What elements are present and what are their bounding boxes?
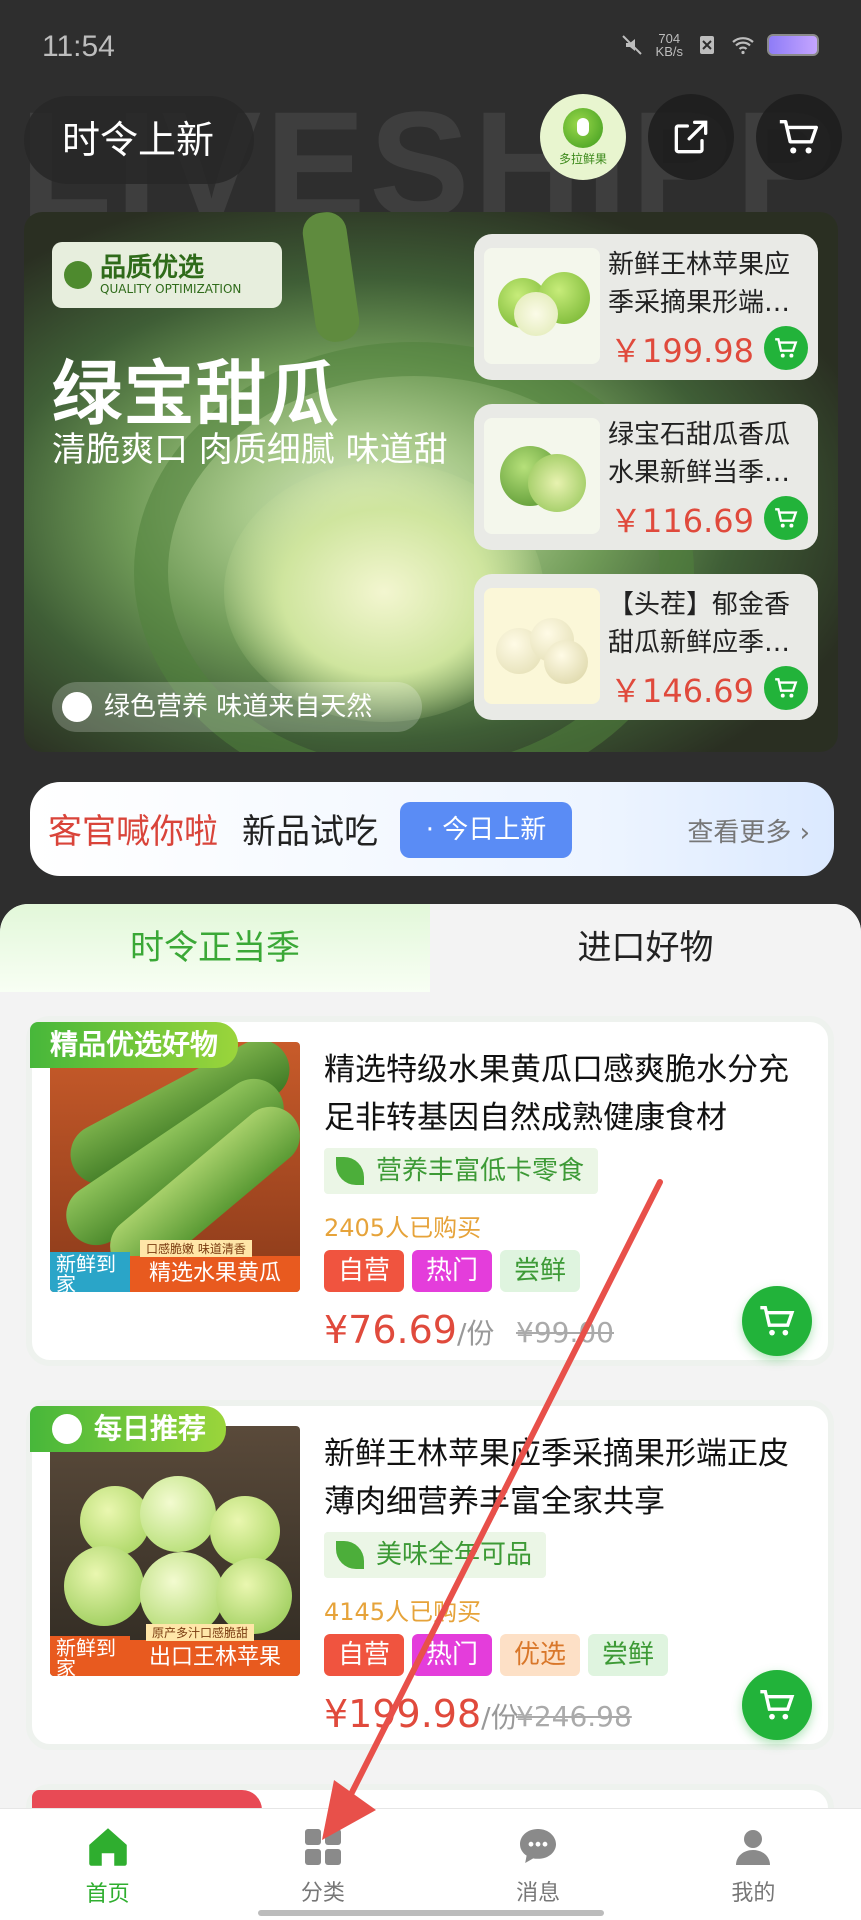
add-to-cart-button[interactable] (764, 326, 808, 370)
share-icon (674, 120, 708, 154)
feature-badge: 营养丰富低卡零食 (324, 1148, 599, 1194)
share-button[interactable] (648, 94, 734, 180)
add-to-cart-button[interactable] (742, 1670, 812, 1740)
grid-icon (304, 1828, 341, 1865)
feature-badge: 美味全年可品 (324, 1532, 547, 1578)
promo-text: 新品试吃 (242, 812, 378, 852)
original-price: ¥246.98 (516, 1700, 632, 1733)
home-icon (88, 1827, 127, 1866)
status-bar: 11:54 704 KB/s (0, 0, 861, 100)
banner-tagline: 绿色营养 味道来自天然 (52, 682, 422, 732)
hero-banner[interactable]: 品质优选 QUALITY OPTIMIZATION 绿宝甜瓜 清脆爽口 肉质细腻… (24, 212, 838, 752)
tag-selected: 优选 (500, 1634, 581, 1676)
product-tags: 自营 热门 尝鲜 (324, 1250, 581, 1292)
tag-try-new: 尝鲜 (500, 1250, 581, 1292)
product-ribbon: 每日推荐 (30, 1406, 227, 1452)
tag-hot: 热门 (412, 1250, 493, 1292)
tag-self-operated: 自营 (324, 1250, 405, 1292)
leaf-icon (64, 261, 92, 289)
nav-profile[interactable]: 我的 (646, 1809, 861, 1920)
tab-seasonal[interactable]: 时令正当季 (0, 904, 430, 992)
sim-icon (700, 36, 714, 54)
product-card[interactable]: 新鲜到家 精选水果黄瓜 口感脆嫩 味道清香 精品优选好物 精选特级水果黄瓜口感爽… (26, 1016, 834, 1366)
nav-home[interactable]: 首页 (0, 1809, 215, 1920)
product-price: ¥199.98/份 (324, 1692, 519, 1736)
tag-hot: 热门 (412, 1634, 493, 1676)
product-feed: 时令正当季 进口好物 新鲜到家 精选水果黄瓜 口感脆嫩 味道清香 精品优选好物 … (0, 904, 861, 1920)
see-more-link[interactable]: 查看更多 › (687, 812, 810, 849)
product-thumbnail (484, 248, 600, 364)
product-name: 【头茬】郁金香甜瓜新鲜应季… (608, 590, 791, 658)
cart-button[interactable] (756, 94, 842, 180)
cart-icon (760, 1306, 795, 1336)
product-thumbnail (484, 418, 600, 534)
chat-icon (520, 1828, 557, 1863)
bottom-nav: 首页 分类 消息 我的 (0, 1808, 861, 1920)
today-new-pill[interactable]: · 今日上新 (400, 802, 572, 858)
original-price: ¥99.00 (516, 1316, 614, 1349)
banner-product-card[interactable]: 【头茬】郁金香甜瓜新鲜应季… ￥146.69 (474, 574, 818, 720)
product-title: 新鲜王林苹果应季采摘果形端正皮薄肉细营养丰富全家共享 (324, 1436, 789, 1520)
product-tags: 自营 热门 优选 尝鲜 (324, 1634, 669, 1676)
leaf-icon (336, 1157, 364, 1185)
promo-highlight: 客官喊你啦 (48, 812, 218, 852)
product-thumbnail (484, 588, 600, 704)
nav-category[interactable]: 分类 (215, 1809, 430, 1920)
product-price: ￥116.69 (610, 502, 754, 540)
product-title: 精选特级水果黄瓜口感爽脆水分充足非转基因自然成熟健康食材 (324, 1052, 789, 1136)
cart-icon (775, 508, 798, 528)
cart-icon (760, 1690, 795, 1720)
net-speed: 704 KB/s (655, 31, 683, 59)
add-to-cart-button[interactable] (764, 496, 808, 540)
cart-icon (775, 338, 798, 358)
product-price: ¥76.69/份 (324, 1308, 495, 1352)
new-arrivals-promo[interactable]: 客官喊你啦 新品试吃 · 今日上新 查看更多 › (30, 782, 834, 876)
add-to-cart-button[interactable] (764, 666, 808, 710)
battery-icon (767, 34, 819, 56)
product-image: 新鲜到家 出口王林苹果 原产多汁口感脆甜 (50, 1426, 300, 1676)
product-image: 新鲜到家 精选水果黄瓜 口感脆嫩 味道清香 (50, 1042, 300, 1292)
home-indicator (258, 1910, 604, 1916)
tag-self-operated: 自营 (324, 1634, 405, 1676)
status-time: 11:54 (42, 30, 115, 63)
person-icon (736, 1829, 771, 1865)
product-ribbon: 精品优选好物 (30, 1022, 239, 1068)
leaf-icon (336, 1541, 364, 1569)
apple-logo-icon (563, 107, 603, 148)
apple-icon (52, 1414, 82, 1444)
cart-icon (779, 119, 818, 154)
tab-imported[interactable]: 进口好物 (430, 904, 861, 992)
wifi-icon (732, 37, 754, 55)
quality-badge: 品质优选 QUALITY OPTIMIZATION (52, 242, 282, 308)
banner-product-card[interactable]: 新鲜王林苹果应季采摘果形端… ￥199.98 (474, 234, 818, 380)
sold-count: 2405人已购买 (324, 1214, 482, 1242)
page-title: 时令上新 (24, 96, 254, 184)
banner-product-card[interactable]: 绿宝石甜瓜香瓜水果新鲜当季… ￥116.69 (474, 404, 818, 550)
cart-icon (775, 678, 798, 698)
mute-icon (621, 35, 642, 55)
product-name: 新鲜王林苹果应季采摘果形端… (608, 250, 791, 318)
nav-messages[interactable]: 消息 (431, 1809, 646, 1920)
product-price: ￥146.69 (610, 672, 754, 710)
tag-try-new: 尝鲜 (588, 1634, 669, 1676)
product-card[interactable]: 新鲜到家 出口王林苹果 原产多汁口感脆甜 每日推荐 新鲜王林苹果应季采摘果形端正… (26, 1400, 834, 1750)
product-price: ￥199.98 (610, 332, 754, 370)
banner-subtitle: 清脆爽口 肉质细腻 味道甜 (52, 430, 448, 470)
sold-count: 4145人已购买 (324, 1598, 482, 1626)
add-to-cart-button[interactable] (742, 1286, 812, 1356)
brand-logo: 多拉鲜果 (540, 94, 626, 180)
product-name: 绿宝石甜瓜香瓜水果新鲜当季… (608, 420, 791, 488)
leaf-icon (62, 692, 92, 722)
